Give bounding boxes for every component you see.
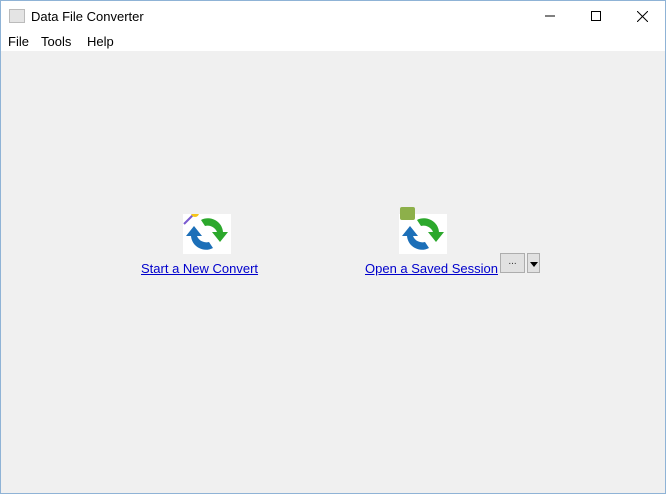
menu-tools[interactable]: Tools (41, 34, 71, 49)
menu-file[interactable]: File (8, 34, 29, 49)
menu-help[interactable]: Help (87, 34, 114, 49)
start-new-convert-link[interactable]: Start a New Convert (141, 261, 258, 276)
window-title: Data File Converter (31, 9, 144, 24)
minimize-button[interactable] (527, 1, 573, 31)
menu-bar: File Tools Help (1, 31, 665, 51)
maximize-button[interactable] (573, 1, 619, 31)
app-window: Data File Converter File Tools Help Star… (0, 0, 666, 494)
title-bar: Data File Converter (1, 1, 665, 31)
close-button[interactable] (619, 1, 665, 31)
new-convert-icon[interactable] (183, 209, 231, 254)
browse-button[interactable]: ... (500, 253, 525, 273)
open-saved-session-link[interactable]: Open a Saved Session (365, 261, 498, 276)
open-session-icon[interactable] (399, 214, 447, 254)
session-badge-icon (400, 207, 415, 220)
session-dropdown-button[interactable] (527, 253, 540, 273)
app-icon (9, 9, 25, 23)
